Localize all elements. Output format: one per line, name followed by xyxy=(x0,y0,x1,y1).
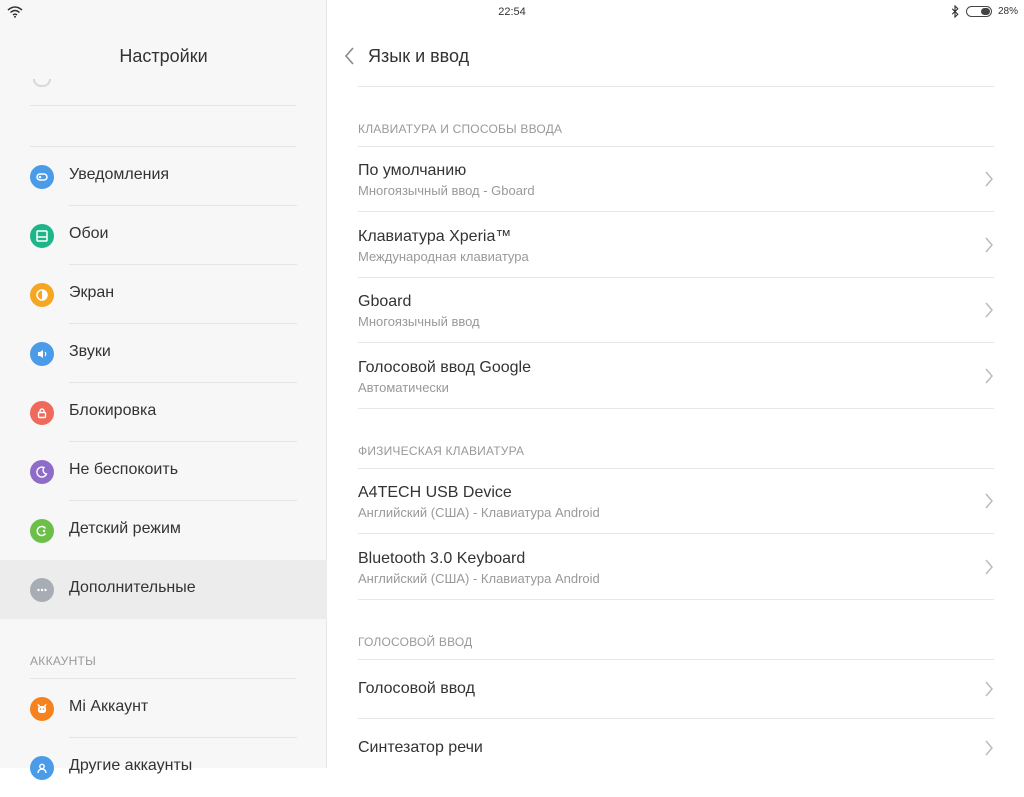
section-header-physical-keyboard: ФИЗИЧЕСКАЯ КЛАВИАТУРА xyxy=(358,444,525,458)
chevron-right-icon xyxy=(985,302,993,318)
divider xyxy=(30,105,296,106)
page-title: Язык и ввод xyxy=(368,46,470,66)
mi-account-icon xyxy=(30,697,54,721)
row-subtitle: Многоязычный ввод - Gboard xyxy=(358,183,535,198)
chevron-right-icon xyxy=(985,559,993,575)
more-icon xyxy=(30,578,54,602)
sidebar-item-label: Блокировка xyxy=(69,402,157,419)
row-title: Синтезатор речи xyxy=(358,739,483,756)
sidebar-item-display[interactable]: Экран xyxy=(0,265,327,324)
chevron-right-icon xyxy=(985,368,993,384)
display-icon xyxy=(30,283,54,307)
partially-hidden-icon xyxy=(33,79,51,87)
divider xyxy=(358,86,994,87)
user-icon xyxy=(30,756,54,780)
status-time: 22:54 xyxy=(498,6,526,18)
row-subtitle: Английский (США) - Клавиатура Android xyxy=(358,505,600,520)
notifications-icon xyxy=(30,165,54,189)
sidebar-item-wallpaper[interactable]: Обои xyxy=(0,206,327,265)
chevron-right-icon xyxy=(985,493,993,509)
row-title: По умолчанию xyxy=(358,162,467,179)
settings-sidebar: Настройки Уведомления Обои Экран Звуки Б… xyxy=(0,0,327,780)
chevron-right-icon xyxy=(985,237,993,253)
battery-level xyxy=(980,8,990,15)
battery-icon xyxy=(965,6,992,17)
sidebar-item-mi-account[interactable]: Mi Аккаунт xyxy=(0,679,327,738)
chevron-right-icon xyxy=(985,681,993,697)
google-voice-input-row[interactable]: Голосовой ввод Google Автоматически xyxy=(358,343,994,408)
chevron-right-icon xyxy=(985,740,993,756)
lock-icon xyxy=(30,401,54,425)
row-subtitle: Автоматически xyxy=(358,380,449,395)
row-title: Gboard xyxy=(358,293,412,310)
row-title: A4TECH USB Device xyxy=(358,484,512,501)
sidebar-item-lock[interactable]: Блокировка xyxy=(0,383,327,442)
moon-icon xyxy=(30,460,54,484)
sidebar-item-label: Уведомления xyxy=(69,166,170,183)
sidebar-item-child-mode[interactable]: Детский режим xyxy=(0,501,327,560)
row-title: Голосовой ввод Google xyxy=(358,359,531,376)
speech-synthesizer-row[interactable]: Синтезатор речи xyxy=(358,719,994,768)
xperia-keyboard-row[interactable]: Клавиатура Xperia™ Международная клавиат… xyxy=(358,212,994,277)
gboard-row[interactable]: Gboard Многоязычный ввод xyxy=(358,278,994,342)
sidebar-item-do-not-disturb[interactable]: Не беспокоить xyxy=(0,442,327,501)
sidebar-item-label: Mi Аккаунт xyxy=(69,698,149,715)
sidebar-item-label: Обои xyxy=(69,225,109,242)
sidebar-item-additional[interactable]: Дополнительные xyxy=(0,560,327,619)
row-title: Bluetooth 3.0 Keyboard xyxy=(358,550,526,567)
wallpaper-icon xyxy=(30,224,54,248)
sidebar-item-label: Экран xyxy=(69,284,115,301)
sidebar-item-label: Другие аккаунты xyxy=(69,757,193,774)
bluetooth-keyboard-row[interactable]: Bluetooth 3.0 Keyboard Английский (США) … xyxy=(358,534,994,599)
voice-input-row[interactable]: Голосовой ввод xyxy=(358,660,994,718)
sidebar-item-notifications[interactable]: Уведомления xyxy=(0,147,327,206)
sidebar-item-sounds[interactable]: Звуки xyxy=(0,324,327,383)
default-keyboard-row[interactable]: По умолчанию Многоязычный ввод - Gboard xyxy=(358,147,994,211)
sidebar-item-label: Дополнительные xyxy=(69,579,196,596)
row-subtitle: Английский (США) - Клавиатура Android xyxy=(358,571,600,586)
accounts-section-header: АККАУНТЫ xyxy=(30,654,97,668)
sidebar-item-label: Не беспокоить xyxy=(69,461,179,478)
divider xyxy=(358,408,994,409)
row-title: Голосовой ввод xyxy=(358,680,475,697)
section-header-keyboards: КЛАВИАТУРА И СПОСОБЫ ВВОДА xyxy=(358,122,563,136)
row-title: Клавиатура Xperia™ xyxy=(358,228,512,245)
a4tech-usb-device-row[interactable]: A4TECH USB Device Английский (США) - Кла… xyxy=(358,469,994,533)
child-mode-icon xyxy=(30,519,54,543)
row-subtitle: Многоязычный ввод xyxy=(358,314,480,329)
divider xyxy=(358,599,994,600)
sidebar-item-label: Звуки xyxy=(69,343,111,360)
battery-percent: 28% xyxy=(997,6,1018,17)
sidebar-title: Настройки xyxy=(119,46,208,66)
row-subtitle: Международная клавиатура xyxy=(358,249,529,264)
section-header-voice-input: ГОЛОСОВОЙ ВВОД xyxy=(358,635,473,649)
sound-icon xyxy=(30,342,54,366)
bluetooth-icon xyxy=(951,5,959,18)
status-bar: 22:54 28% xyxy=(0,0,1024,26)
chevron-right-icon xyxy=(985,171,993,187)
back-arrow-icon[interactable] xyxy=(340,44,360,68)
sidebar-item-label: Детский режим xyxy=(69,520,181,537)
